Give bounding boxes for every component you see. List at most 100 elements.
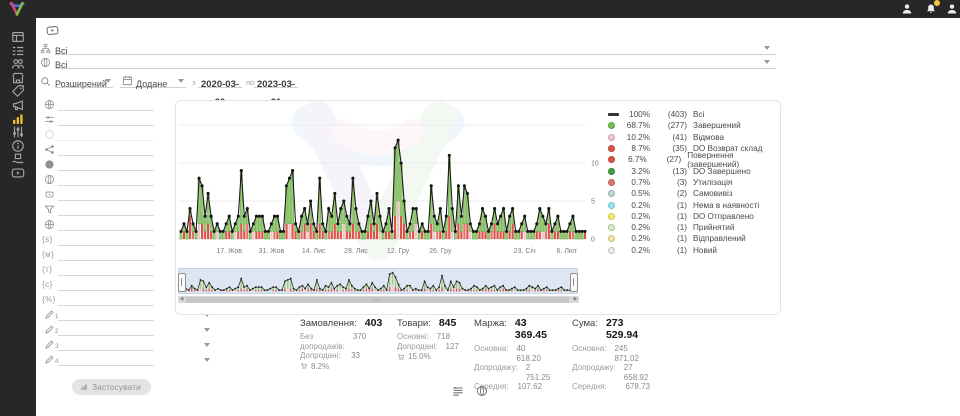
pencil-icon: [44, 354, 55, 365]
navigator-left-handle[interactable]: [178, 273, 186, 292]
stat-subvalue: 107.62: [518, 382, 542, 392]
filter-field-coin-filter[interactable]: [58, 159, 154, 171]
scroll-left-arrow-icon[interactable]: ◀: [178, 296, 185, 303]
sidebar-item-settings[interactable]: [11, 125, 25, 139]
legend-item[interactable]: 0.2%(1)DO Отправлено: [608, 211, 780, 222]
legend-count: (277): [654, 121, 687, 130]
stat-subvalue: 33: [351, 351, 360, 361]
legend-percent: 0.2%: [622, 246, 650, 255]
cart-icon: [397, 353, 405, 361]
package-icon: [44, 174, 55, 185]
legend-percent: 3.2%: [622, 167, 650, 176]
filter-field-globe-filter[interactable]: [58, 219, 154, 231]
filter-field-sliders-filter[interactable]: [58, 114, 154, 126]
sidebar-item-store[interactable]: [11, 71, 25, 85]
product-filter-select[interactable]: Всі: [55, 55, 776, 69]
legend-item[interactable]: 0.2%(1)Відправлений: [608, 233, 780, 244]
legend-item[interactable]: 0.7%(3)Утилізація: [608, 177, 780, 188]
legend-item[interactable]: 0.5%(2)Самовивіз: [608, 188, 780, 199]
brand-logo-icon[interactable]: [9, 1, 25, 17]
legend-swatch-icon: [608, 145, 622, 152]
details-list-icon[interactable]: [452, 385, 464, 397]
status-hierarchy-icon: [40, 43, 51, 54]
orders-daily-chart: 051017. Жов31. Жов14. Лис28. Лис12. Гру2…: [177, 103, 605, 265]
search-icon[interactable]: [40, 76, 51, 87]
legend-percent: 8.7%: [622, 144, 650, 153]
filter-field-disabled-filter[interactable]: [58, 129, 154, 141]
chevron-down-icon: [764, 46, 770, 50]
pencil-icon: [44, 339, 55, 350]
scrollbar-thumb[interactable]: •••: [186, 297, 569, 303]
navigator-right-handle[interactable]: [570, 273, 578, 292]
legend-percent: 10.2%: [622, 133, 650, 142]
sidebar-item-orders[interactable]: [11, 44, 25, 58]
status-filter-select[interactable]: Всі: [55, 41, 776, 55]
legend-item[interactable]: 100%(403)Всі: [608, 109, 780, 120]
var-c-icon: {с}: [42, 280, 53, 289]
legend-count: (1): [654, 246, 687, 255]
date-to-input[interactable]: 2023-03-21: [254, 74, 298, 88]
legend-count: (35): [654, 144, 687, 153]
notifications-bell-icon[interactable]: [925, 3, 937, 15]
sidebar-item-info[interactable]: [11, 139, 25, 153]
legend-item[interactable]: 0.2%(1)Новий: [608, 245, 780, 256]
filter-field-custom-field-2[interactable]: [58, 324, 154, 336]
scroll-right-arrow-icon[interactable]: ▶: [572, 296, 579, 303]
filter-field-package-filter[interactable]: [58, 174, 154, 186]
products-sphere-icon[interactable]: [476, 385, 488, 397]
stat-title: Товари:: [397, 318, 431, 329]
filter-field-custom-field-4[interactable]: [58, 354, 154, 366]
sidebar-item-dashboard[interactable]: [11, 30, 25, 44]
date-field-select[interactable]: Додане: [120, 74, 186, 88]
help-video-button[interactable]: [43, 23, 61, 38]
filter-field-currency[interactable]: [58, 99, 154, 111]
legend-item[interactable]: 10.2%(41)Відмова: [608, 132, 780, 143]
stat-subrow: Середня:678.73: [572, 382, 650, 392]
filter-field-screen-filter[interactable]: [58, 189, 154, 201]
stat-subvalue: 40 618.20: [516, 344, 542, 363]
stat-sublabel: Без допродажів:: [300, 332, 345, 351]
search-mode-select[interactable]: Розширений: [55, 74, 113, 88]
svg-text:31. Жов: 31. Жов: [259, 248, 285, 255]
legend-item[interactable]: 6.7%(27)Повернення (завершений): [608, 154, 780, 165]
svg-text:23. Січ: 23. Січ: [514, 247, 536, 255]
legend-item[interactable]: 0.2%(1)Нема в наявності: [608, 199, 780, 210]
sidebar-item-analytics[interactable]: [11, 112, 25, 126]
legend-label: Всі: [693, 110, 704, 119]
filter-field-var-t[interactable]: [58, 264, 154, 276]
legend-swatch-icon: [608, 213, 622, 220]
legend-label: Самовивіз: [693, 189, 733, 198]
account-avatar-icon[interactable]: [946, 3, 958, 15]
legend-label: Відмова: [693, 133, 724, 142]
filter-field-var-percent[interactable]: [58, 294, 154, 306]
user-icon[interactable]: [901, 3, 913, 15]
sidebar-item-marketing[interactable]: [11, 98, 25, 112]
legend-percent: 0.2%: [622, 223, 650, 232]
stat-column: Сума:273 529.94Основна:245 871.02Допрода…: [572, 317, 650, 392]
filter-field-var-m[interactable]: [58, 249, 154, 261]
filter-field-var-s[interactable]: [58, 234, 154, 246]
filter-field-funnel-filter[interactable]: [58, 204, 154, 216]
sidebar-item-clients[interactable]: [11, 57, 25, 71]
filter-field-custom-field-1[interactable]: [58, 309, 154, 321]
pencil-icon: [44, 324, 55, 335]
legend-percent: 68.7%: [622, 121, 650, 130]
sidebar-item-price-tag[interactable]: [11, 84, 25, 98]
stat-column: Товари:845Основні:718Допродані:12715.0%: [397, 317, 443, 392]
legend-label: DO Завершено: [693, 167, 751, 176]
legend-item[interactable]: 68.7%(277)Завершений: [608, 120, 780, 131]
stat-title: Сума:: [572, 318, 598, 329]
chart-navigator[interactable]: [178, 268, 578, 294]
filter-field-custom-field-3[interactable]: [58, 339, 154, 351]
legend-item[interactable]: 0.2%(1)Прийнятий: [608, 222, 780, 233]
stat-subrow: Допродані:33: [300, 351, 360, 361]
chart-scrollbar[interactable]: ◀ ▶ •••: [178, 296, 579, 303]
sidebar-item-video-tutorials[interactable]: [11, 166, 25, 180]
filter-field-var-c[interactable]: [58, 279, 154, 291]
filter-field-share-filter[interactable]: [58, 144, 154, 156]
legend-count: (13): [654, 167, 687, 176]
date-from-input[interactable]: 2020-03-20: [198, 74, 242, 88]
sidebar-item-delivery[interactable]: [11, 152, 25, 166]
apply-filters-button[interactable]: Застосувати: [72, 379, 151, 395]
stat-subrow: Основна:245 871.02: [572, 344, 650, 363]
